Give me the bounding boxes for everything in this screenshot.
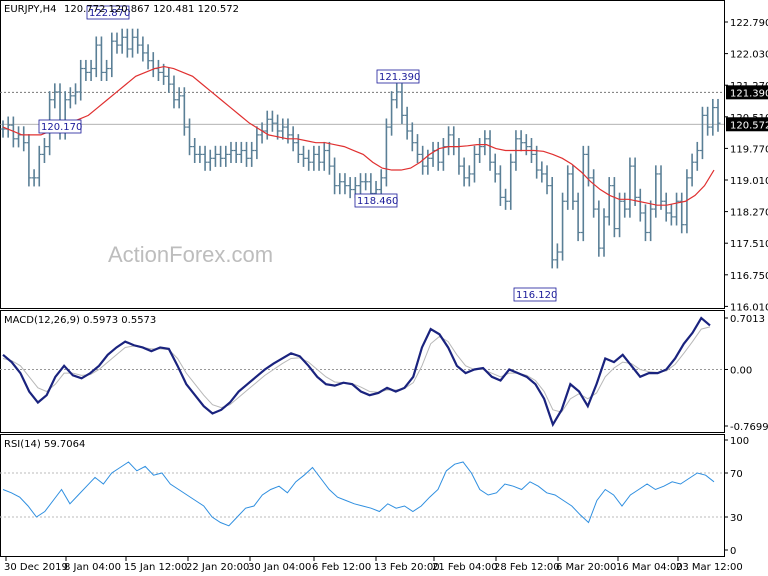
x-tick-label: 6 Mar 20:00 [556,562,616,573]
macd-title: MACD(12,26,9) 0.5973 0.5573 [4,315,156,326]
price-annotation-label: 118.460 [357,196,398,207]
price-title: EURJPY,H4 [4,4,57,15]
rsi-panel [0,434,725,557]
x-tick-label: 21 Feb 04:00 [432,562,498,573]
price-tick-label: 122.790 [730,18,768,29]
x-tick-label: 15 Jan 12:00 [124,562,187,573]
chart-area: ActionForex.com 120.170122.870121.390118… [0,0,768,573]
x-tick-label: 8 Jan 04:00 [64,562,121,573]
rsi-tick-label: 100 [730,436,749,447]
level-price-label: 121.390 [730,88,768,99]
macd-tick-label: -0.7699 [730,422,768,433]
rsi-title: RSI(14) 59.7064 [4,439,85,450]
x-tick-label: 30 Dec 2019 [4,562,68,573]
price-annotation-label: 120.170 [41,122,82,133]
macd-panel [0,310,725,433]
x-tick-label: 16 Mar 04:00 [616,562,683,573]
price-tick-label: 119.010 [730,176,768,187]
rsi-tick-label: 0 [730,546,736,557]
current-price-label: 120.572 [730,120,768,131]
price-tick-label: 117.510 [730,239,768,250]
axis-labels: 30 Dec 20198 Jan 04:00 15 Jan 12:0022 Jan… [4,557,743,573]
rsi-tick-label: 70 [730,469,743,480]
price-ohlc: 120.772 120.867 120.481 120.572 [64,4,239,15]
price-tick-label: 116.010 [730,302,768,313]
price-tick-label: 118.270 [730,208,768,219]
macd-tick-label: 0.7013 [730,314,765,325]
watermark: ActionForex.com [108,242,273,267]
x-tick-label: 30 Jan 04:00 [248,562,311,573]
price-tick-label: 122.030 [730,50,768,61]
x-tick-label: 23 Mar 12:00 [676,562,743,573]
macd-tick-label: 0.00 [730,365,752,376]
x-tick-label: 28 Feb 12:00 [494,562,560,573]
x-tick-label: 6 Feb 12:00 [312,562,371,573]
x-tick-label: 22 Jan 20:00 [186,562,249,573]
price-tick-label: 119.770 [730,144,768,155]
price-annotation-label: 121.390 [379,72,420,83]
x-tick-label: 13 Feb 20:00 [374,562,440,573]
price-annotation-label: 116.120 [516,290,557,301]
price-tick-label: 116.750 [730,271,768,282]
rsi-tick-label: 30 [730,513,743,524]
